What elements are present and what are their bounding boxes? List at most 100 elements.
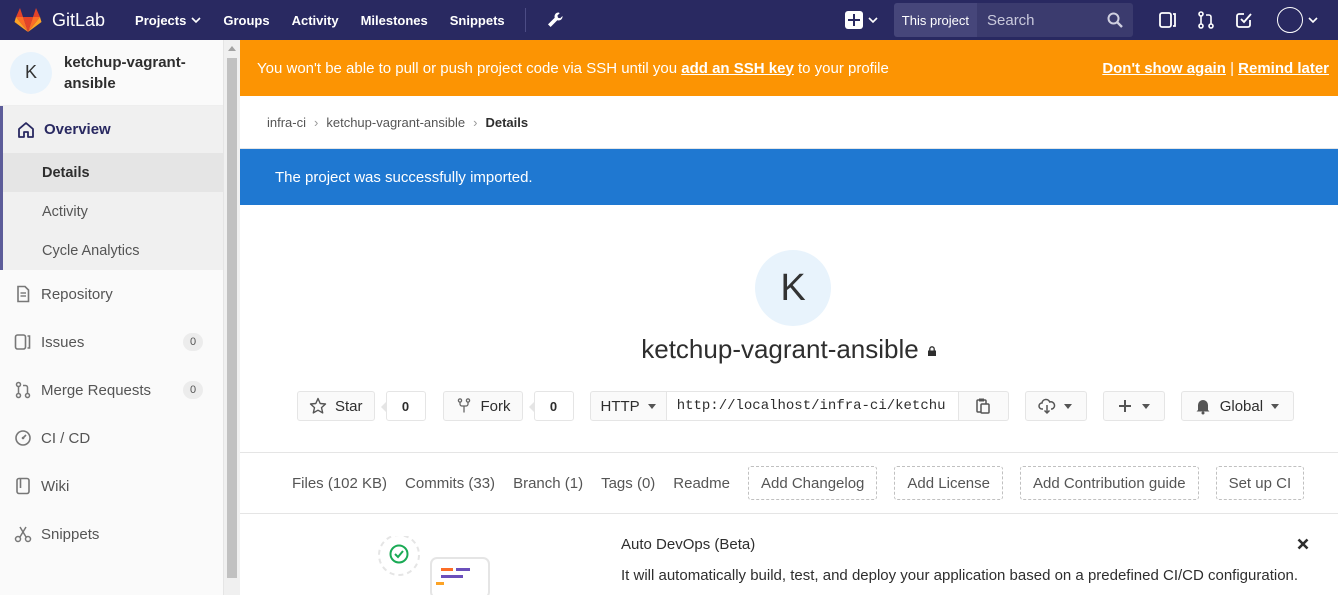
breadcrumb: infra-ci › ketchup-vagrant-ansible › Det… xyxy=(240,96,1338,149)
commits-stat-link[interactable]: Commits (33) xyxy=(405,475,495,492)
breadcrumb-project[interactable]: ketchup-vagrant-ansible xyxy=(326,115,465,130)
copy-url-button[interactable] xyxy=(958,391,1009,421)
add-contribution-guide-button[interactable]: Add Contribution guide xyxy=(1019,466,1199,500)
nav-activity[interactable]: Activity xyxy=(292,13,339,28)
add-ssh-key-link[interactable]: add an SSH key xyxy=(681,60,794,77)
sidebar-item-issues[interactable]: Issues 0 xyxy=(0,318,223,366)
ssh-warning-message: You won't be able to pull or push projec… xyxy=(257,60,889,77)
user-avatar xyxy=(1277,7,1303,33)
actions-separator: | xyxy=(1230,59,1234,77)
sidebar-item-ci-cd[interactable]: CI / CD xyxy=(0,414,223,462)
main-content: You won't be able to pull or push projec… xyxy=(240,40,1338,595)
user-menu[interactable] xyxy=(1263,7,1318,33)
sidebar-item-label: Merge Requests xyxy=(41,381,152,399)
auto-devops-title: Auto DevOps (Beta) xyxy=(621,536,756,553)
fork-button[interactable]: Fork xyxy=(442,391,523,421)
auto-devops-callout: Auto DevOps (Beta) It will automatically… xyxy=(240,514,1338,595)
search-input[interactable] xyxy=(987,11,1097,29)
sidebar-item-wiki[interactable]: Wiki xyxy=(0,462,223,510)
fork-icon xyxy=(457,398,470,413)
plus-square-icon xyxy=(844,11,863,29)
nav-groups[interactable]: Groups xyxy=(223,13,269,28)
sidebar-subitem-activity[interactable]: Activity xyxy=(3,192,223,231)
bell-icon xyxy=(1196,400,1210,415)
caret-down-icon xyxy=(1063,403,1072,409)
scroll-up-arrow-icon[interactable] xyxy=(228,46,236,51)
admin-wrench-icon[interactable] xyxy=(546,11,564,29)
ssh-banner-actions: Don't show again | Remind later xyxy=(1102,60,1329,77)
home-icon xyxy=(18,121,34,138)
fork-label: Fork xyxy=(480,397,511,415)
nav-snippets[interactable]: Snippets xyxy=(450,13,505,28)
sidebar-item-merge-requests[interactable]: Merge Requests 0 xyxy=(0,366,223,414)
add-license-button[interactable]: Add License xyxy=(894,466,1003,500)
project-avatar: K xyxy=(755,250,831,326)
dont-show-again-link[interactable]: Don't show again xyxy=(1102,60,1226,77)
breadcrumb-group[interactable]: infra-ci xyxy=(267,115,306,130)
flash-notice: The project was successfully imported. xyxy=(240,149,1338,205)
search-scope-badge[interactable]: This project xyxy=(893,3,977,37)
sidebar-item-repository[interactable]: Repository xyxy=(0,270,223,318)
overview-group: Overview Details Activity Cycle Analytic… xyxy=(0,106,223,270)
auto-devops-description: It will automatically build, test, and d… xyxy=(621,567,1299,584)
ssh-warning-text-start: You won't be able to pull or push projec… xyxy=(257,59,682,77)
sidebar-subitem-cycle-analytics[interactable]: Cycle Analytics xyxy=(3,231,223,270)
sidebar-item-label: Snippets xyxy=(41,525,100,543)
clipboard-icon xyxy=(976,398,990,414)
tags-stat-link[interactable]: Tags (0) xyxy=(601,475,655,492)
caret-down-icon xyxy=(1271,403,1280,409)
project-sidebar: K ketchup-vagrant-ansible Overview Detai… xyxy=(0,40,224,595)
sidebar-item-label: CI / CD xyxy=(41,429,91,447)
sidebar-item-overview[interactable]: Overview xyxy=(3,106,223,153)
new-dropdown-button[interactable] xyxy=(844,11,878,29)
branch-stat-link[interactable]: Branch (1) xyxy=(513,475,583,492)
chevron-down-icon xyxy=(1308,17,1318,24)
clone-protocol-label: HTTP xyxy=(600,397,640,415)
clone-url-field[interactable]: http://localhost/infra-ci/ketchu xyxy=(666,391,959,421)
clone-url-group: HTTP http://localhost/infra-ci/ketchu xyxy=(589,391,1009,421)
sidebar-item-snippets[interactable]: Snippets xyxy=(0,510,223,558)
files-stat-link[interactable]: Files (102 KB) xyxy=(292,475,387,492)
issues-icon[interactable] xyxy=(1158,10,1178,30)
plus-icon xyxy=(1118,400,1131,412)
add-to-project-dropdown[interactable] xyxy=(1102,391,1165,421)
sidebar-item-label: Repository xyxy=(41,285,113,303)
sidebar-scrollbar[interactable] xyxy=(224,40,240,595)
sidebar-item-label: Wiki xyxy=(41,477,70,495)
clone-protocol-dropdown[interactable]: HTTP xyxy=(589,391,667,421)
close-icon[interactable] xyxy=(1295,536,1311,552)
nav-projects[interactable]: Projects xyxy=(135,13,201,28)
star-count[interactable]: 0 xyxy=(380,391,426,421)
book-icon xyxy=(16,477,30,495)
nav-milestones[interactable]: Milestones xyxy=(361,13,428,28)
project-actions-row: Star 0 Fork 0 HTTP http://localhost/infr… xyxy=(297,391,1295,421)
breadcrumb-chevron-icon: › xyxy=(314,114,319,130)
readme-link[interactable]: Readme xyxy=(673,475,730,492)
gitlab-logo-icon xyxy=(14,8,42,32)
sidebar-item-label: Issues xyxy=(41,333,85,351)
project-title: ketchup-vagrant-ansible xyxy=(240,334,1338,365)
todos-icon[interactable] xyxy=(1234,10,1254,30)
sidebar-item-label: Overview xyxy=(44,121,111,138)
gitlab-home-link[interactable]: GitLab xyxy=(14,0,105,40)
star-label: Star xyxy=(335,397,363,415)
remind-later-link[interactable]: Remind later xyxy=(1238,60,1329,77)
chevron-down-icon xyxy=(191,17,201,24)
sidebar-context-header[interactable]: K ketchup-vagrant-ansible xyxy=(0,40,223,106)
scrollbar-thumb[interactable] xyxy=(227,58,237,578)
merge-requests-count-badge: 0 xyxy=(183,381,203,399)
download-dropdown-button[interactable] xyxy=(1024,391,1087,421)
breadcrumb-chevron-icon: › xyxy=(473,114,478,130)
setup-ci-button[interactable]: Set up CI xyxy=(1215,466,1305,500)
sidebar-subitem-details[interactable]: Details xyxy=(3,153,223,192)
star-button[interactable]: Star xyxy=(297,391,375,421)
notification-level-dropdown[interactable]: Global xyxy=(1180,391,1295,421)
merge-requests-icon[interactable] xyxy=(1196,10,1216,30)
add-changelog-button[interactable]: Add Changelog xyxy=(747,466,878,500)
ssh-key-warning-banner: You won't be able to pull or push projec… xyxy=(240,40,1338,96)
brand-name: GitLab xyxy=(52,9,106,30)
project-stats-bar: Files (102 KB) Commits (33) Branch (1) T… xyxy=(240,452,1338,514)
star-icon xyxy=(309,397,327,414)
auto-devops-illustration xyxy=(378,536,490,595)
fork-count[interactable]: 0 xyxy=(528,391,574,421)
